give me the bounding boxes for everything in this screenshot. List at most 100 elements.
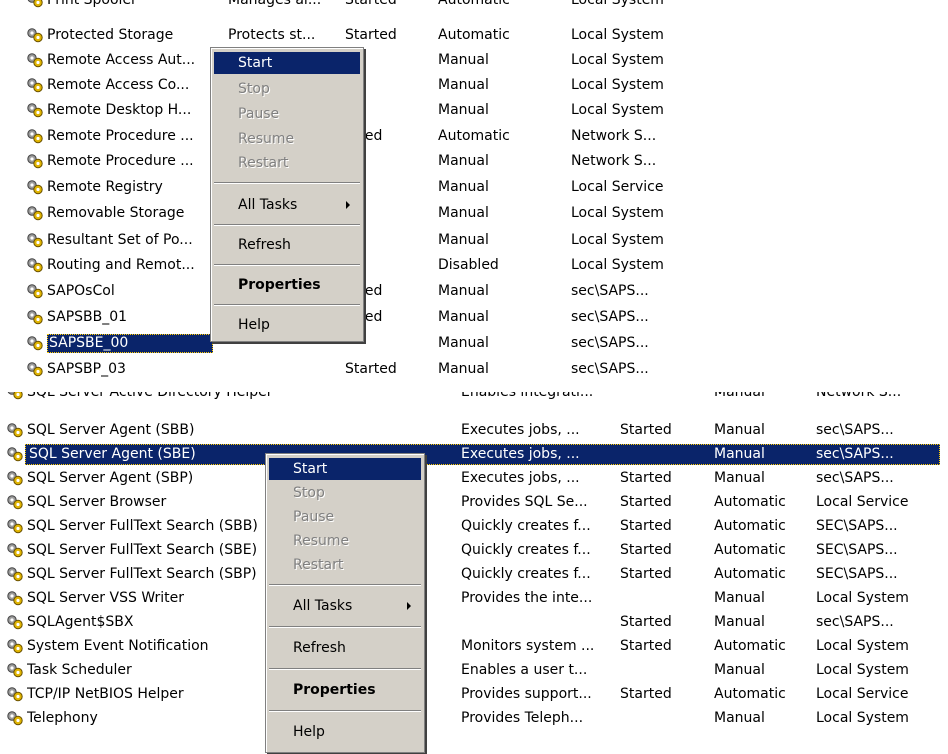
- service-description: Quickly creates f...: [461, 566, 591, 582]
- service-log-on-as: Network S...: [816, 392, 902, 400]
- table-row[interactable]: Remote Access Aut... Manual Local System: [0, 48, 948, 73]
- table-row[interactable]: System Event Notification Monitors system…: [0, 634, 948, 659]
- table-row[interactable]: Print Spooler Manages al... Started Automat…: [0, 0, 948, 13]
- table-row[interactable]: Task Scheduler Enables a user t... Manual L…: [0, 658, 948, 683]
- table-row[interactable]: SQL Server Agent (SBP) Executes jobs, ...…: [0, 466, 948, 491]
- service-description: Enables integrati...: [461, 392, 594, 400]
- service-status: Started: [620, 470, 672, 486]
- menu-item-help[interactable]: Help: [214, 314, 360, 336]
- service-description: Executes jobs, ...: [461, 446, 580, 462]
- table-row[interactable]: Remote Procedure ... Manual Network S...: [0, 149, 948, 174]
- table-row[interactable]: Routing and Remot... Disabled Local System: [0, 253, 948, 278]
- service-gear-icon: [26, 205, 44, 221]
- menu-item-resume: Resume: [238, 131, 295, 147]
- service-status: [620, 589, 710, 608]
- table-row[interactable]: SQL Server FullText Search (SBP) Quickly …: [0, 562, 948, 587]
- service-description: Quickly creates f...: [461, 542, 591, 558]
- table-row[interactable]: SQL Server Active Directory Helper Enable…: [0, 392, 948, 405]
- service-gear-icon: [26, 77, 44, 93]
- table-row[interactable]: Resultant Set of Po... Manual Local System: [0, 228, 948, 253]
- table-row[interactable]: SQL Server FullText Search (SBB) Quickly …: [0, 514, 948, 539]
- service-gear-icon: [6, 710, 24, 726]
- service-description: Provides Teleph...: [461, 710, 584, 726]
- table-row[interactable]: Removable Storage Manual Local System: [0, 201, 948, 226]
- service-startup-type: Disabled: [438, 257, 499, 273]
- table-row[interactable]: Remote Procedure ...artedAutomaticNetwor…: [0, 124, 948, 149]
- service-startup-type: Manual: [714, 590, 765, 606]
- service-gear-icon: [26, 309, 44, 325]
- service-name: System Event Notification: [27, 638, 209, 654]
- table-row[interactable]: Remote Access Co... Manual Local System: [0, 73, 948, 98]
- service-gear-icon: [26, 52, 44, 68]
- service-gear-icon: [6, 422, 24, 438]
- table-row[interactable]: Remote Desktop H... Manual Local System: [0, 98, 948, 123]
- menu-item-start[interactable]: Start: [214, 52, 360, 74]
- service-gear-icon: [6, 542, 24, 558]
- menu-item-properties[interactable]: Properties: [269, 679, 421, 701]
- service-log-on-as: Local System: [816, 638, 909, 654]
- service-name: SQL Server Browser: [27, 494, 167, 510]
- service-name: SQL Server VSS Writer: [27, 590, 185, 606]
- service-name: SAPOsCol: [47, 283, 115, 299]
- service-log-on-as: Local System: [571, 77, 664, 93]
- service-startup-type: Manual: [438, 153, 489, 169]
- table-row[interactable]: SAPSBE_00 Manual sec\SAPS...: [0, 331, 948, 356]
- service-status: Started: [620, 614, 672, 630]
- service-name: Remote Procedure ...: [47, 128, 194, 144]
- service-startup-type: Manual: [714, 614, 765, 630]
- service-name: Remote Registry: [47, 179, 163, 195]
- service-description: Executes jobs, ...: [461, 470, 580, 486]
- table-row[interactable]: TCP/IP NetBIOS Helper Provides support...…: [0, 682, 948, 707]
- menu-separator: [214, 264, 360, 266]
- menu-item-refresh[interactable]: Refresh: [269, 637, 421, 659]
- table-row[interactable]: Remote Registry Manual Local Service: [0, 175, 948, 200]
- menu-item-all-tasks[interactable]: All Tasks: [214, 194, 360, 216]
- service-status: Started: [620, 518, 672, 534]
- menu-item-start[interactable]: Start: [269, 458, 421, 480]
- services-list-bottom: SQL Server Active Directory Helper Enable…: [0, 392, 948, 754]
- service-log-on-as: Local System: [571, 102, 664, 118]
- service-gear-icon: [26, 257, 44, 273]
- menu-item-all-tasks[interactable]: All Tasks: [269, 595, 421, 617]
- table-row[interactable]: SAPSBP_03 Started Manual sec\SAPS...: [0, 357, 948, 382]
- table-row[interactable]: SQL Server VSS Writer Provides the inte..…: [0, 586, 948, 611]
- table-row[interactable]: SQL Server Agent (SBB) Executes jobs, ...…: [0, 418, 948, 443]
- table-row[interactable]: Protected Storage Protects st... Started Au…: [0, 23, 948, 48]
- menu-item-properties[interactable]: Properties: [214, 274, 360, 296]
- service-log-on-as: Local System: [571, 0, 664, 8]
- service-name: Remote Access Co...: [47, 77, 190, 93]
- service-startup-type: Manual: [714, 470, 765, 486]
- table-row[interactable]: SAPSBB_01artedManualsec\SAPS...: [0, 305, 948, 330]
- service-log-on-as: sec\SAPS...: [571, 309, 649, 325]
- service-name: SQL Server FullText Search (SBP): [27, 566, 257, 582]
- service-gear-icon: [26, 27, 44, 43]
- table-row[interactable]: SQL Server FullText Search (SBE) Quickly …: [0, 538, 948, 563]
- service-gear-icon: [6, 494, 24, 510]
- service-name: SAPSBP_03: [47, 361, 126, 377]
- menu-separator: [214, 182, 360, 184]
- table-row[interactable]: SQL Server Browser Provides SQL Se... Star…: [0, 490, 948, 515]
- table-row[interactable]: SAPOsColartedManualsec\SAPS...: [0, 279, 948, 304]
- service-gear-icon: [6, 614, 24, 630]
- service-startup-type: Manual: [438, 179, 489, 195]
- table-row[interactable]: SQL Server Agent (SBE) Executes jobs, ...…: [0, 442, 948, 467]
- service-status: [620, 445, 710, 464]
- menu-item-help[interactable]: Help: [269, 721, 421, 743]
- menu-item-refresh[interactable]: Refresh: [214, 234, 360, 256]
- service-description: [461, 613, 611, 632]
- service-log-on-as: sec\SAPS...: [571, 361, 649, 377]
- service-name: SQL Server Active Directory Helper: [27, 392, 273, 400]
- service-startup-type: Manual: [714, 710, 765, 726]
- table-row[interactable]: Telephony Provides Teleph... Manual Local S…: [0, 706, 948, 731]
- menu-separator: [214, 304, 360, 306]
- service-status: Started: [620, 566, 672, 582]
- service-name: SQL Server FullText Search (SBB): [27, 518, 258, 534]
- service-gear-icon: [6, 518, 24, 534]
- table-row[interactable]: SQLAgent$SBX Started Manual sec\SAPS...: [0, 610, 948, 635]
- service-startup-type: Manual: [438, 102, 489, 118]
- service-name: SQL Server Agent (SBE): [29, 446, 196, 462]
- service-log-on-as: SEC\SAPS...: [816, 518, 898, 534]
- service-description: Provides SQL Se...: [461, 494, 588, 510]
- service-description: [228, 360, 348, 379]
- service-log-on-as: Local Service: [816, 494, 909, 510]
